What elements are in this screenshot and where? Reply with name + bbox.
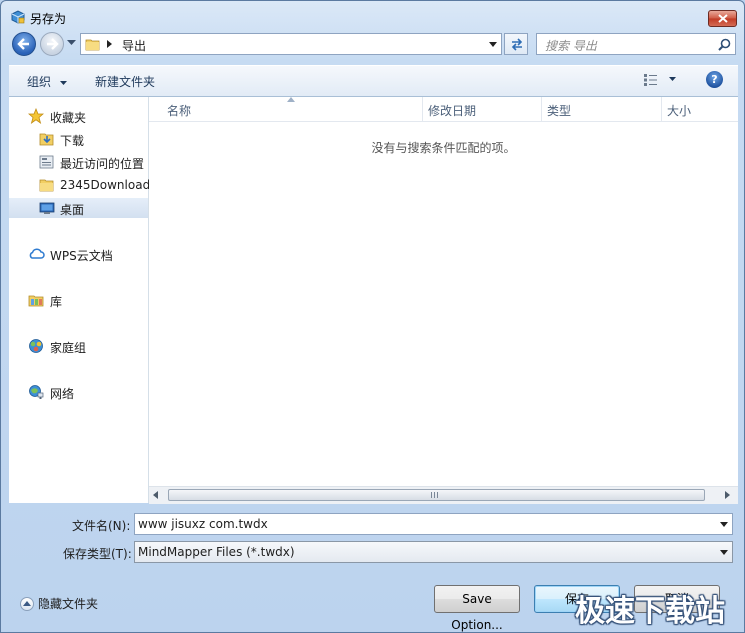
- nav-network-label: 网络: [50, 387, 75, 401]
- filetype-label: 保存类型(T):: [63, 547, 132, 561]
- nav-favorites-label: 收藏夹: [50, 111, 87, 125]
- arrow-left-icon: [17, 38, 29, 50]
- chevron-down-icon[interactable]: [669, 77, 676, 81]
- nav-libraries[interactable]: 库: [9, 290, 148, 310]
- chevron-down-icon[interactable]: [720, 550, 728, 555]
- nav-homegroup-label: 家庭组: [50, 341, 87, 355]
- recent-pages-dropdown-icon[interactable]: [67, 40, 76, 46]
- nav-wps-cloud-label: WPS云文档: [50, 249, 113, 263]
- chevron-down-icon[interactable]: [720, 522, 728, 527]
- grip-icon: [431, 492, 438, 498]
- filename-value[interactable]: www jisuxz com.twdx: [138, 517, 268, 531]
- title-bar: 另存为: [1, 1, 744, 31]
- back-button[interactable]: [12, 32, 36, 56]
- folder-icon: [39, 179, 54, 192]
- arrow-right-icon: [47, 38, 59, 50]
- help-button[interactable]: ?: [706, 71, 723, 88]
- folder-download-icon: [39, 133, 54, 146]
- folder-icon: [85, 39, 100, 51]
- chevron-down-icon[interactable]: [489, 42, 497, 47]
- dialog-title: 另存为: [30, 12, 67, 26]
- search-icon[interactable]: [718, 38, 731, 51]
- file-list[interactable]: 名称 修改日期 类型 大小 没有与搜索条件匹配的项。: [149, 97, 738, 486]
- column-separator[interactable]: [661, 97, 662, 121]
- search-box[interactable]: 搜索 导出: [536, 33, 736, 55]
- nav-desktop-label: 桌面: [60, 203, 85, 217]
- column-size[interactable]: 大小: [667, 102, 691, 119]
- nav-downloads-label: 下载: [60, 134, 85, 148]
- command-bar: 组织 新建文件夹 ?: [9, 65, 738, 97]
- chevron-right-icon[interactable]: [107, 40, 113, 48]
- save-as-dialog: 另存为 导出 搜索 导出 组织 新建文件夹 ? 收藏夹 下载 最近访问的位置 2…: [0, 0, 745, 633]
- scroll-left-icon[interactable]: [153, 491, 158, 499]
- nav-libraries-label: 库: [50, 295, 63, 309]
- new-folder-button[interactable]: 新建文件夹: [95, 73, 155, 90]
- search-placeholder[interactable]: 搜索 导出: [545, 37, 597, 54]
- homegroup-icon: [29, 339, 43, 353]
- view-options-icon[interactable]: [643, 73, 659, 87]
- refresh-button[interactable]: [504, 33, 528, 55]
- address-path[interactable]: 导出: [122, 37, 146, 54]
- help-icon: ?: [711, 73, 718, 86]
- filetype-select[interactable]: MindMapper Files (*.twdx): [134, 541, 733, 563]
- star-icon: [28, 108, 44, 124]
- close-button[interactable]: [708, 10, 737, 27]
- refresh-icon: [511, 38, 523, 51]
- nav-downloads[interactable]: 下载: [9, 129, 148, 149]
- collapse-icon: [20, 596, 34, 611]
- cloud-icon: [29, 248, 45, 259]
- hide-folders-toggle[interactable]: 隐藏文件夹: [20, 595, 98, 612]
- chevron-down-icon: [59, 80, 67, 85]
- nav-recent-places[interactable]: 最近访问的位置: [9, 152, 148, 172]
- filename-field[interactable]: www jisuxz com.twdx: [134, 513, 733, 535]
- column-header-row: 名称 修改日期 类型 大小: [149, 97, 738, 122]
- nav-2345download-label: 2345Download: [60, 178, 151, 192]
- empty-message: 没有与搜索条件匹配的项。: [371, 141, 516, 155]
- nav-2345download[interactable]: 2345Download: [9, 175, 151, 195]
- app-icon: [10, 9, 26, 25]
- scroll-right-icon[interactable]: [725, 491, 730, 499]
- desktop-icon: [39, 202, 55, 214]
- network-icon: [29, 385, 44, 399]
- column-type[interactable]: 类型: [547, 102, 571, 119]
- navigation-pane: 收藏夹 下载 最近访问的位置 2345Download 桌面 WPS云文档 库 …: [9, 97, 151, 503]
- column-separator[interactable]: [541, 97, 542, 121]
- library-icon: [28, 295, 44, 307]
- watermark-logo: 极速下载站: [575, 594, 725, 629]
- recent-places-icon: [39, 155, 54, 169]
- sort-ascending-icon: [287, 97, 295, 102]
- scrollbar-thumb[interactable]: [168, 489, 705, 501]
- filename-label: 文件名(N):: [72, 519, 131, 533]
- organize-button[interactable]: 组织: [27, 73, 67, 90]
- nav-network[interactable]: 网络: [9, 382, 148, 402]
- forward-button[interactable]: [40, 32, 64, 56]
- nav-homegroup[interactable]: 家庭组: [9, 336, 148, 356]
- horizontal-scrollbar[interactable]: [149, 486, 738, 504]
- column-name[interactable]: 名称: [167, 102, 191, 119]
- column-separator[interactable]: [422, 97, 423, 121]
- filetype-value[interactable]: MindMapper Files (*.twdx): [138, 545, 295, 559]
- column-date-modified[interactable]: 修改日期: [428, 102, 476, 119]
- nav-recent-places-label: 最近访问的位置: [60, 157, 145, 171]
- nav-desktop[interactable]: 桌面: [9, 198, 148, 218]
- address-bar[interactable]: 导出: [80, 33, 502, 55]
- close-icon: [718, 14, 728, 23]
- nav-wps-cloud[interactable]: WPS云文档: [9, 244, 148, 264]
- organize-label: 组织: [27, 75, 52, 89]
- hide-folders-label: 隐藏文件夹: [38, 597, 99, 611]
- nav-favorites[interactable]: 收藏夹: [9, 106, 148, 126]
- save-options-button[interactable]: Save Option...: [434, 585, 520, 632]
